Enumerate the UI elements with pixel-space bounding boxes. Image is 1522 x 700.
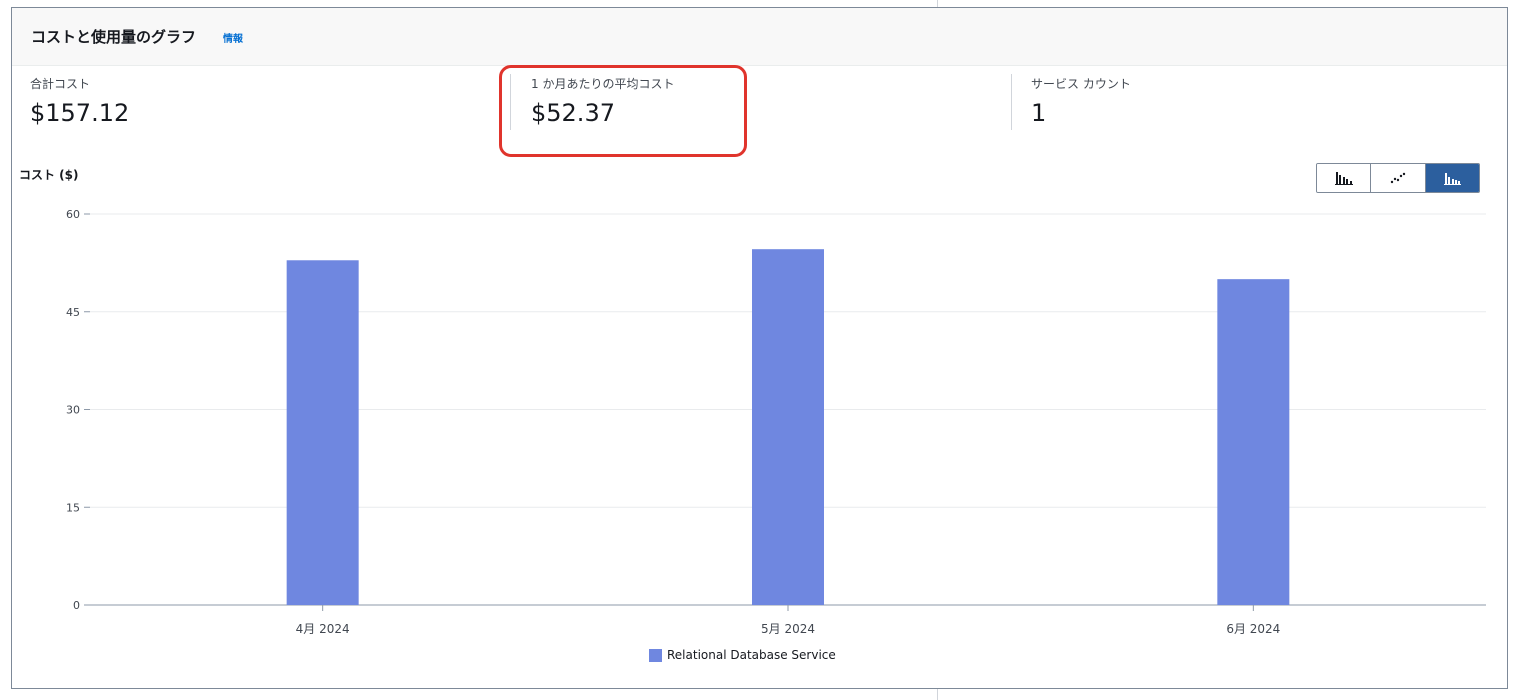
legend-swatch xyxy=(649,648,662,662)
y-tick-label: 0 xyxy=(73,599,80,612)
y-tick-label: 15 xyxy=(66,501,80,514)
x-tick-label: 5月 2024 xyxy=(761,622,815,636)
y-tick-label: 45 xyxy=(66,306,80,319)
x-tick-label: 6月 2024 xyxy=(1226,622,1280,636)
cost-bar-chart: 0 15 30 45 60 4月 2024 5月 2024 6月 2024 xyxy=(66,208,1486,636)
bar xyxy=(286,260,359,605)
chart-legend: Relational Database Service xyxy=(649,648,836,662)
bar xyxy=(752,249,824,605)
y-tick-label: 30 xyxy=(66,404,80,417)
footer-divider-tick xyxy=(937,689,938,700)
y-tick-label: 60 xyxy=(66,208,80,221)
legend-label[interactable]: Relational Database Service xyxy=(667,648,836,662)
bar xyxy=(1217,279,1290,605)
x-tick-label: 4月 2024 xyxy=(296,622,350,636)
